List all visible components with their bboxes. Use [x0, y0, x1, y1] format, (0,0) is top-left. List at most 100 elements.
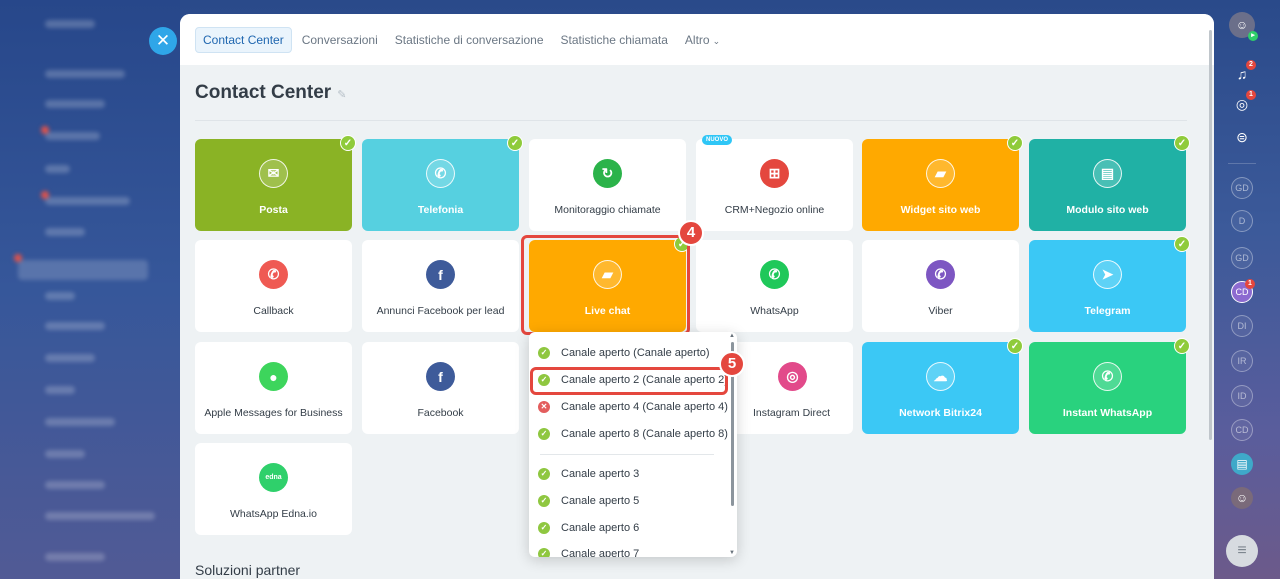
check-icon: ✓	[1007, 135, 1023, 151]
avatar-initials: CD	[1235, 425, 1249, 435]
contact-avatar[interactable]: ID	[1231, 385, 1253, 407]
check-circle-icon: ✓	[538, 495, 550, 507]
dropdown-item[interactable]: ✓ Canale aperto 8 (Canale aperto 8)	[538, 425, 728, 443]
tile-label: WhatsApp	[750, 305, 799, 317]
tile-label: Widget sito web	[900, 204, 981, 216]
contact-avatar[interactable]: D	[1231, 210, 1253, 232]
menu-button[interactable]: ≡	[1226, 535, 1258, 567]
page-title-text: Contact Center	[195, 82, 332, 103]
group-chat-icon: ▤	[1236, 457, 1248, 471]
dropdown-item[interactable]: ✓ Canale aperto 7	[538, 545, 639, 557]
group-chat-avatar[interactable]: ▤	[1231, 453, 1253, 475]
error-circle-icon: ✕	[538, 401, 550, 413]
tile-crm-negozio-online[interactable]: NUOVO ⊞ CRM+Negozio online	[696, 135, 853, 231]
tile-label: Instant WhatsApp	[1062, 407, 1153, 419]
pin-icon[interactable]: ✎	[337, 88, 346, 101]
tab-conversazioni[interactable]: Conversazioni	[295, 28, 385, 52]
blurred-row	[41, 191, 130, 205]
tile-monitoraggio-chiamate[interactable]: ↻ Monitoraggio chiamate	[529, 139, 686, 231]
viber-icon: ✆	[926, 260, 955, 289]
blurred-row	[45, 292, 75, 300]
step-badge: 4	[678, 220, 704, 246]
tab-altro[interactable]: Altro ⌄	[678, 28, 727, 52]
tile-label: Modulo sito web	[1066, 204, 1149, 216]
tile-label: Callback	[253, 305, 294, 317]
close-button[interactable]: ✕	[149, 27, 177, 55]
avatar-initials: CD	[1235, 287, 1249, 297]
facebook-lead-icon: f	[426, 260, 455, 289]
dropdown-item-label: Canale aperto 3	[561, 468, 640, 480]
step-badge: 5	[719, 351, 745, 377]
close-icon: ✕	[155, 31, 171, 50]
tile-widget-sito-web[interactable]: ▰ Widget sito web ✓	[862, 135, 1023, 231]
contact-avatar[interactable]: GD	[1231, 247, 1253, 269]
mail-icon: ✉	[259, 159, 288, 188]
contact-avatar[interactable]: CD 1	[1231, 279, 1255, 303]
contact-photo-icon: ☺	[1235, 491, 1249, 505]
scroll-up-icon[interactable]: ▲	[729, 333, 735, 339]
tile-callback[interactable]: ✆ Callback	[195, 240, 352, 332]
tile-posta[interactable]: ✉ Posta ✓	[195, 135, 356, 231]
chevron-down-icon: ⌄	[712, 35, 721, 46]
tab-contact-center[interactable]: Contact Center	[195, 26, 292, 53]
new-badge: NUOVO	[702, 135, 733, 145]
activity-button[interactable]: ◎ 1	[1231, 90, 1256, 115]
check-circle-icon: ✓	[538, 347, 550, 359]
contact-avatar[interactable]: DI	[1231, 315, 1253, 337]
store-icon: ⊞	[760, 159, 789, 188]
avatar-initials: GD	[1235, 253, 1249, 263]
check-icon: ✓	[507, 135, 523, 151]
avatar-initials: GD	[1235, 183, 1249, 193]
check-icon: ✓	[1007, 338, 1023, 354]
dropdown-item[interactable]: ✓ Canale aperto 5	[538, 492, 639, 510]
contact-avatar[interactable]: GD	[1231, 177, 1253, 199]
tile-telefonia[interactable]: ✆ Telefonia ✓	[362, 135, 523, 231]
tile-modulo-sito-web[interactable]: ▤ Modulo sito web ✓	[1029, 135, 1190, 231]
tile-facebook[interactable]: f Facebook	[362, 342, 519, 434]
contact-avatar[interactable]: CD	[1231, 419, 1253, 441]
right-bar-divider	[1228, 163, 1256, 164]
tile-label: Annunci Facebook per lead	[376, 305, 505, 317]
dropdown-item-label: Canale aperto (Canale aperto)	[561, 347, 710, 359]
tile-network-bitrix24[interactable]: ☁ Network Bitrix24 ✓	[862, 338, 1023, 434]
contact-avatar[interactable]: IR	[1231, 350, 1253, 372]
blurred-row	[41, 126, 100, 140]
tab-statistiche-conversazione[interactable]: Statistiche di conversazione	[388, 28, 551, 52]
user-avatar[interactable]: ☺ ▸	[1229, 12, 1258, 41]
avatar-initials: DI	[1237, 321, 1247, 331]
call-tracking-icon: ↻	[593, 159, 622, 188]
check-icon: ✓	[1174, 236, 1190, 252]
dropdown-item[interactable]: ✓ Canale aperto 3	[538, 465, 639, 483]
tile-viber[interactable]: ✆ Viber	[862, 240, 1019, 332]
check-circle-icon: ✓	[538, 522, 550, 534]
dropdown-item[interactable]: ✓ Canale aperto 6	[538, 519, 639, 537]
panel-scrollbar[interactable]	[1209, 30, 1212, 440]
notification-count: 2	[1246, 60, 1256, 70]
blurred-row	[45, 322, 105, 330]
scroll-down-icon[interactable]: ▼	[729, 550, 735, 556]
notifications-button[interactable]: ♫ 2	[1231, 60, 1256, 85]
dropdown-item-label: Canale aperto 8 (Canale aperto 8)	[561, 428, 728, 440]
highlight-canale-aperto-2	[530, 367, 728, 395]
tab-statistiche-chiamata[interactable]: Statistiche chiamata	[554, 28, 675, 52]
tile-whatsapp[interactable]: ✆ WhatsApp	[696, 240, 853, 332]
tile-apple-messages[interactable]: ● Apple Messages for Business	[195, 342, 352, 434]
blurred-row	[45, 512, 155, 520]
chat-search-button[interactable]: ⊜	[1231, 126, 1253, 148]
tile-whatsapp-edna[interactable]: edna WhatsApp Edna.io	[195, 443, 352, 535]
tile-telegram[interactable]: ➤ Telegram ✓	[1029, 236, 1190, 332]
chat-count: 1	[1245, 279, 1255, 289]
tile-label: Network Bitrix24	[899, 407, 982, 419]
tile-instant-whatsapp[interactable]: ✆ Instant WhatsApp ✓	[1029, 338, 1190, 434]
background-sidebar	[0, 0, 180, 579]
blurred-row	[45, 70, 125, 78]
blurred-row	[45, 228, 85, 236]
contact-photo-avatar[interactable]: ☺	[1231, 487, 1253, 509]
tile-label: CRM+Negozio online	[724, 204, 825, 216]
tile-annunci-facebook[interactable]: f Annunci Facebook per lead	[362, 240, 519, 332]
phone-icon: ✆	[426, 159, 455, 188]
dropdown-item[interactable]: ✕ Canale aperto 4 (Canale aperto 4)	[538, 398, 728, 416]
dropdown-item[interactable]: ✓ Canale aperto (Canale aperto)	[538, 344, 710, 362]
avatar-initials: D	[1238, 216, 1246, 226]
menu-icon: ≡	[1237, 542, 1247, 559]
